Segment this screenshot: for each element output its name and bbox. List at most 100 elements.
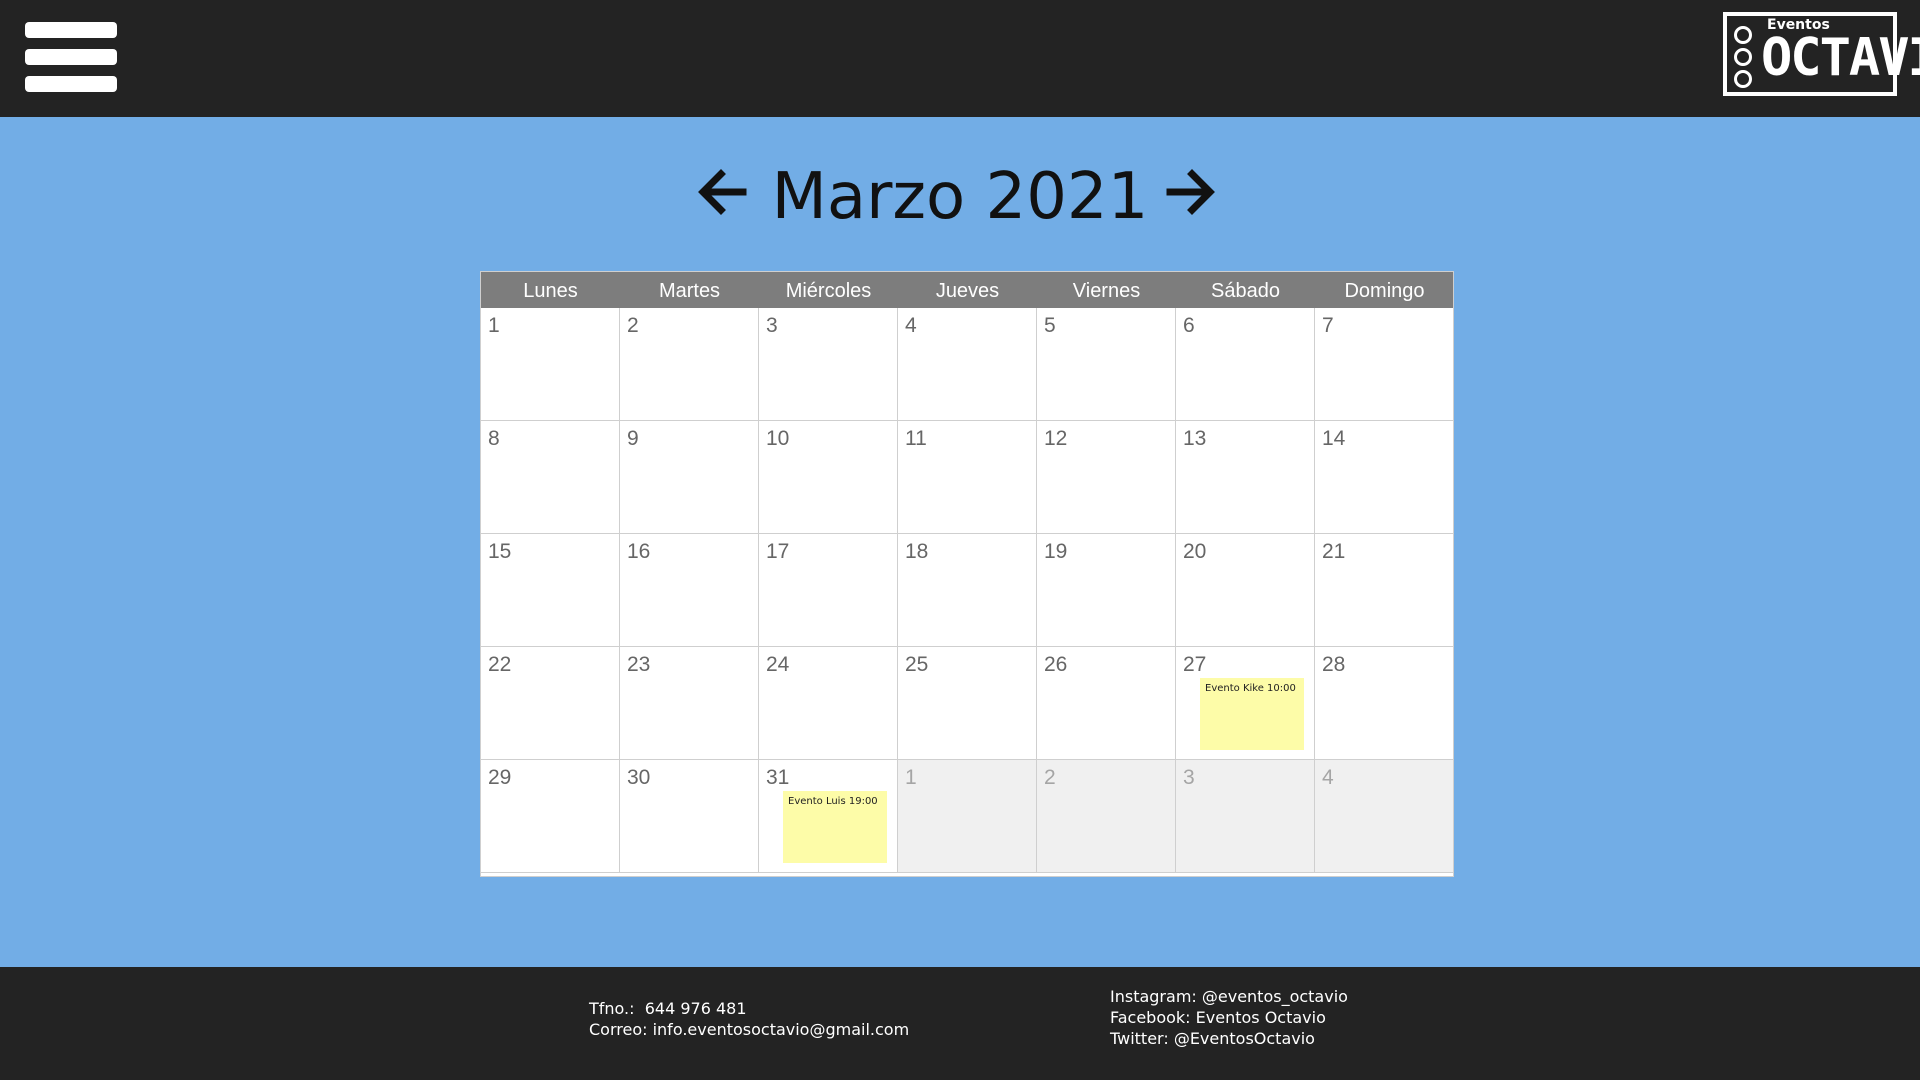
day-cell[interactable]: 2 [620, 308, 759, 421]
day-number: 22 [488, 653, 512, 676]
day-number: 15 [488, 540, 512, 563]
day-cell[interactable]: 4 [898, 308, 1037, 421]
day-cell[interactable]: 25 [898, 647, 1037, 760]
day-cell[interactable]: 16 [620, 534, 759, 647]
day-cell[interactable]: 6 [1176, 308, 1315, 421]
day-number: 30 [627, 766, 651, 789]
day-number: 5 [1044, 314, 1056, 337]
day-cell[interactable]: 12 [1037, 421, 1176, 534]
hamburger-menu-icon[interactable] [25, 22, 117, 92]
day-cell[interactable]: 24 [759, 647, 898, 760]
day-cell[interactable]: 18 [898, 534, 1037, 647]
day-number: 3 [766, 314, 778, 337]
day-cell-other-month[interactable]: 4 [1315, 760, 1454, 873]
day-number: 10 [766, 427, 790, 450]
day-cell-other-month[interactable]: 2 [1037, 760, 1176, 873]
day-number: 1 [488, 314, 500, 337]
footer: Tfno.: 644 976 481 Correo: info.eventoso… [0, 967, 1920, 1080]
day-number: 1 [905, 766, 917, 789]
day-number: 23 [627, 653, 651, 676]
day-cell[interactable]: 19 [1037, 534, 1176, 647]
day-number: 31 [766, 766, 790, 789]
menu-bar [25, 22, 117, 38]
top-header: Eventos OCTAVIO [0, 0, 1920, 117]
day-cell[interactable]: 17 [759, 534, 898, 647]
day-cell[interactable]: 14 [1315, 421, 1454, 534]
instagram-link[interactable]: Instagram: @eventos_octavio [1110, 986, 1348, 1007]
calendar-grid: Lunes Martes Miércoles Jueves Viernes Sábado D… [480, 271, 1454, 877]
day-cell[interactable]: 10 [759, 421, 898, 534]
speaker-icon [1734, 26, 1752, 88]
weekday-label: Sábado [1211, 280, 1280, 302]
day-number: 17 [766, 540, 790, 563]
day-number: 4 [1322, 766, 1334, 789]
day-number: 7 [1322, 314, 1334, 337]
day-number: 18 [905, 540, 929, 563]
day-number: 6 [1183, 314, 1195, 337]
day-cell[interactable]: 31 Evento Luis 19:00 [759, 760, 898, 873]
day-cell[interactable]: 11 [898, 421, 1037, 534]
weekday-label: Miércoles [785, 280, 872, 302]
event-note[interactable]: Evento Luis 19:00 [783, 791, 887, 863]
footer-social: Instagram: @eventos_octavio Facebook: Ev… [1110, 986, 1348, 1049]
day-cell[interactable]: 15 [481, 534, 620, 647]
day-number: 11 [905, 427, 927, 450]
day-cell[interactable]: 13 [1176, 421, 1315, 534]
day-number: 26 [1044, 653, 1068, 676]
day-cell[interactable]: 21 [1315, 534, 1454, 647]
weekday-label: Viernes [1072, 280, 1141, 302]
day-cell[interactable]: 26 [1037, 647, 1176, 760]
day-number: 24 [766, 653, 790, 676]
day-cell[interactable]: 5 [1037, 308, 1176, 421]
day-number: 9 [627, 427, 639, 450]
day-number: 16 [627, 540, 651, 563]
day-number: 28 [1322, 653, 1346, 676]
weekday-label: Jueves [935, 280, 1000, 302]
logo-big-text: OCTAVIO [1761, 28, 1920, 88]
day-cell[interactable]: 27 Evento Kike 10:00 [1176, 647, 1315, 760]
day-number: 13 [1183, 427, 1207, 450]
main-content: Marzo 2021 Lunes Martes Miércoles Jueves Vie… [0, 117, 1920, 967]
facebook-link[interactable]: Facebook: Eventos Octavio [1110, 1007, 1348, 1028]
day-cell-other-month[interactable]: 1 [898, 760, 1037, 873]
day-number: 4 [905, 314, 917, 337]
arrow-left-icon[interactable] [693, 162, 753, 222]
twitter-link[interactable]: Twitter: @EventosOctavio [1110, 1028, 1348, 1049]
day-cell-other-month[interactable]: 3 [1176, 760, 1315, 873]
day-cell[interactable]: 22 [481, 647, 620, 760]
day-cell[interactable]: 29 [481, 760, 620, 873]
weekday-label: Martes [658, 280, 721, 302]
day-number: 25 [905, 653, 929, 676]
event-note[interactable]: Evento Kike 10:00 [1200, 678, 1304, 750]
day-number: 8 [488, 427, 500, 450]
day-cell[interactable]: 9 [620, 421, 759, 534]
weekday-label: Lunes [523, 280, 578, 302]
month-navigation: Marzo 2021 [0, 152, 1920, 242]
arrow-right-icon[interactable] [1160, 162, 1220, 222]
eventos-octavio-logo[interactable]: Eventos OCTAVIO [1723, 12, 1920, 96]
weekday-header: Lunes Martes Miércoles Jueves Viernes Sábado D… [481, 272, 1453, 308]
day-number: 2 [627, 314, 639, 337]
month-title: Marzo 2021 [771, 160, 1149, 234]
day-number: 29 [488, 766, 512, 789]
day-cell[interactable]: 3 [759, 308, 898, 421]
menu-bar [25, 76, 117, 92]
calendar-days: 1 2 3 4 5 6 7 8 9 10 11 12 13 14 15 16 17 18 19 20 21 22 23 24 2… [481, 308, 1454, 876]
day-cell[interactable]: 8 [481, 421, 620, 534]
email-link[interactable]: Correo: info.eventosoctavio@gmail.com [589, 1019, 909, 1040]
day-cell[interactable]: 20 [1176, 534, 1315, 647]
day-cell[interactable]: 30 [620, 760, 759, 873]
day-number: 12 [1044, 427, 1068, 450]
day-number: 27 [1183, 653, 1207, 676]
day-cell[interactable]: 7 [1315, 308, 1454, 421]
day-cell[interactable]: 23 [620, 647, 759, 760]
footer-contact: Tfno.: 644 976 481 Correo: info.eventoso… [589, 998, 909, 1040]
day-number: 19 [1044, 540, 1068, 563]
day-number: 14 [1322, 427, 1346, 450]
day-number: 20 [1183, 540, 1207, 563]
day-cell[interactable]: 1 [481, 308, 620, 421]
day-number: 3 [1183, 766, 1195, 789]
menu-bar [25, 49, 117, 65]
day-cell[interactable]: 28 [1315, 647, 1454, 760]
day-number: 21 [1322, 540, 1346, 563]
